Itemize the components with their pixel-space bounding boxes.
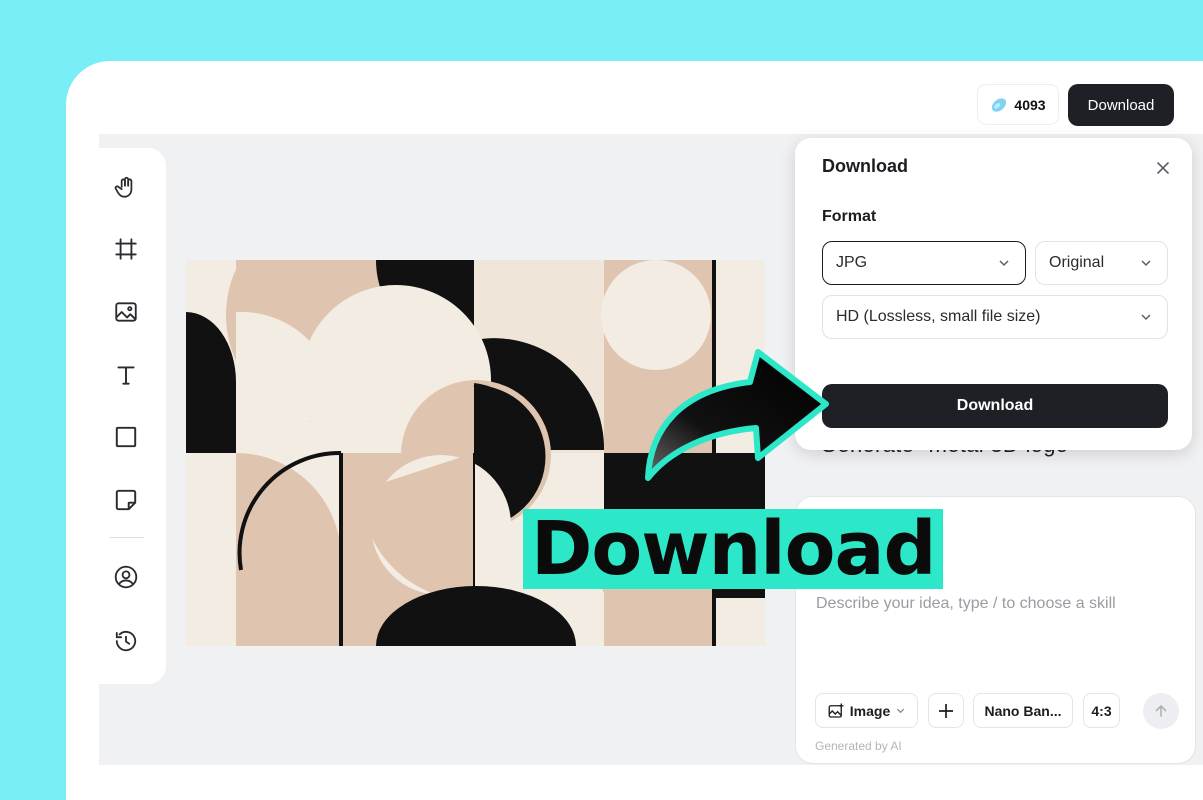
panel-title: Download: [822, 156, 908, 176]
arrow-up-icon: [1155, 704, 1167, 717]
chevron-down-icon: [1141, 314, 1151, 321]
size-select[interactable]: Original: [1035, 241, 1168, 285]
header-download-button[interactable]: Download: [1068, 84, 1174, 126]
overlay-caption: Download: [523, 509, 944, 589]
generated-note: Generated by AI: [815, 739, 902, 753]
image-icon[interactable]: [112, 298, 140, 326]
frame-icon[interactable]: [112, 235, 140, 263]
mode-select[interactable]: Image: [815, 693, 918, 728]
history-icon[interactable]: [112, 627, 140, 655]
format-select[interactable]: JPG: [822, 241, 1026, 285]
aspect-ratio-select[interactable]: 4:3: [1083, 693, 1120, 728]
curved-arrow-icon: [645, 349, 829, 481]
model-select[interactable]: Nano Ban...: [973, 693, 1073, 728]
chevron-down-icon: [897, 708, 905, 714]
panel-download-button[interactable]: Download: [822, 384, 1168, 428]
credits-badge[interactable]: 4093: [977, 84, 1059, 125]
credits-count: 4093: [1014, 96, 1046, 113]
quality-select[interactable]: HD (Lossless, small file size): [822, 295, 1168, 339]
size-value: Original: [1049, 254, 1105, 271]
text-icon[interactable]: [112, 361, 140, 389]
sticky-note-icon[interactable]: [112, 486, 140, 514]
close-icon[interactable]: [1153, 158, 1173, 178]
hand-icon[interactable]: [112, 173, 140, 201]
credits-icon: [992, 97, 1007, 112]
image-plus-icon: [828, 703, 844, 718]
chevron-down-icon: [999, 260, 1009, 267]
format-value: JPG: [836, 254, 868, 271]
send-button[interactable]: [1143, 693, 1179, 729]
rectangle-icon[interactable]: [112, 423, 140, 451]
mode-label: Image: [849, 702, 891, 719]
format-label: Format: [822, 208, 877, 225]
prompt-placeholder[interactable]: Describe your idea, type / to choose a s…: [816, 595, 1116, 613]
user-circle-icon[interactable]: [112, 563, 140, 591]
quality-value: HD (Lossless, small file size): [836, 308, 1041, 325]
toolbar-divider: [110, 537, 144, 538]
add-button[interactable]: [928, 693, 964, 728]
plus-icon: [939, 703, 953, 718]
left-toolbar: [99, 148, 166, 684]
chevron-down-icon: [1141, 260, 1151, 267]
